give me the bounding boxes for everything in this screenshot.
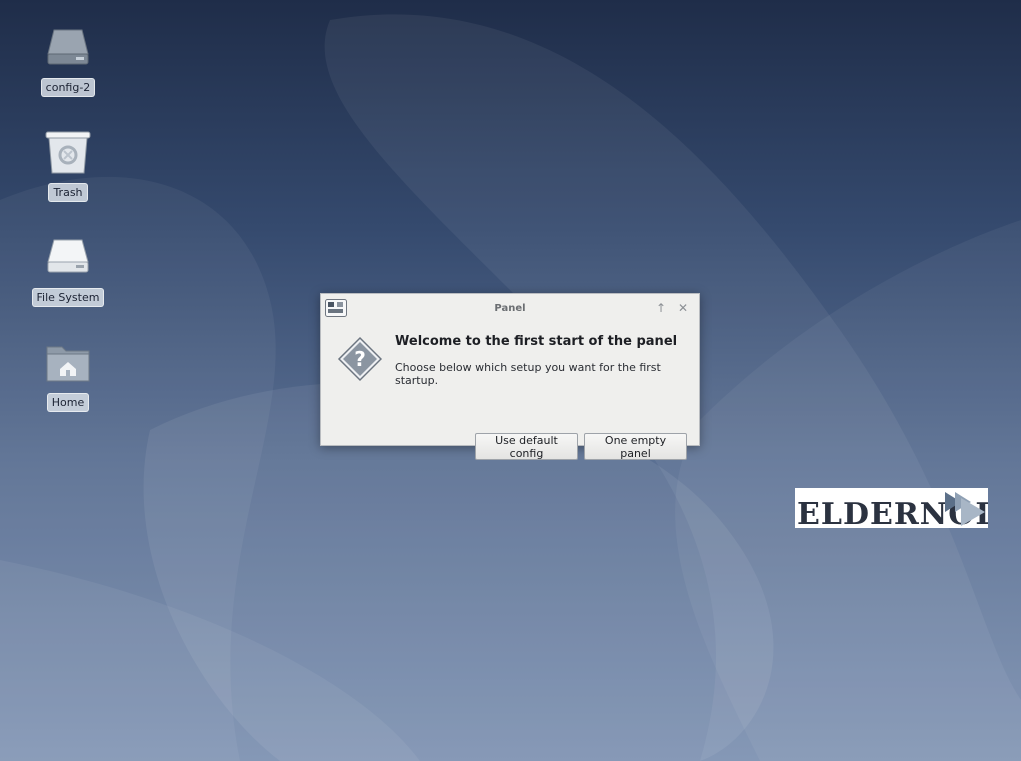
use-default-config-button[interactable]: Use default config (475, 433, 578, 460)
desktop-icon-home[interactable]: Home (23, 339, 113, 412)
eldernode-logo: ELDERNODE (795, 488, 988, 528)
desktop-icon-config-2[interactable]: config-2 (23, 24, 113, 97)
svg-text:?: ? (354, 347, 366, 371)
desktop-icon-label: File System (31, 288, 105, 307)
question-icon: ? (337, 336, 383, 382)
dialog-titlebar[interactable]: Panel ↑ ✕ (321, 294, 699, 322)
drive-icon (47, 239, 89, 273)
trash-icon (45, 131, 91, 174)
dialog-message: Choose below which setup you want for th… (395, 361, 661, 387)
panel-app-icon (325, 299, 347, 317)
one-empty-panel-button[interactable]: One empty panel (584, 433, 687, 460)
desktop-icon-trash[interactable]: Trash (23, 129, 113, 202)
desktop-icon-label: Home (46, 393, 90, 412)
drive-icon (47, 29, 89, 65)
desktop-icon-label: config-2 (40, 78, 96, 97)
panel-welcome-dialog: Panel ↑ ✕ ? Welcome to the first start o… (320, 293, 700, 460)
desktop-icon-file-system[interactable]: File System (23, 234, 113, 307)
dialog-heading: Welcome to the first start of the panel (395, 334, 678, 349)
close-icon[interactable]: ✕ (675, 300, 691, 316)
up-arrow-icon[interactable]: ↑ (653, 300, 669, 316)
dialog-title: Panel (494, 302, 526, 314)
desktop-icon-label: Trash (48, 183, 88, 202)
home-folder-icon (46, 346, 90, 382)
dialog-body: ? Welcome to the first start of the pane… (321, 322, 699, 460)
